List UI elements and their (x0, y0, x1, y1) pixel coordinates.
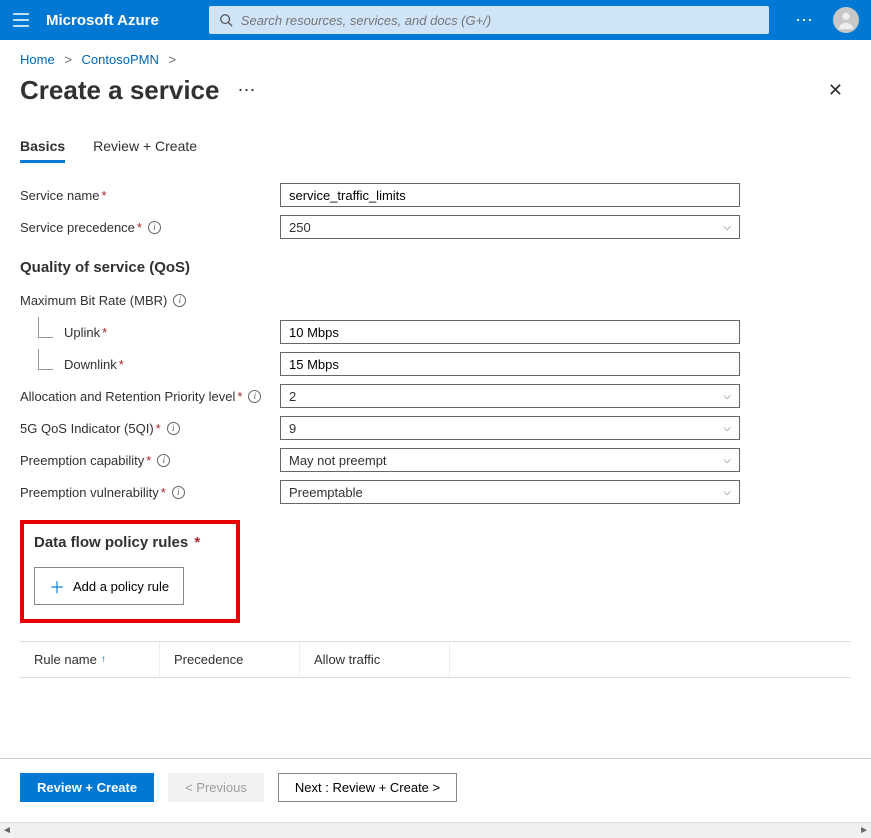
rules-heading: Data flow policy rules * (34, 534, 226, 551)
footer-actions: Review + Create < Previous Next : Review… (0, 759, 871, 822)
breadcrumb-home[interactable]: Home (20, 52, 55, 67)
label-service-precedence: Service precedence*i (20, 220, 280, 235)
chevron-down-icon: ⌵ (723, 487, 731, 498)
label-service-name: Service name* (20, 188, 280, 203)
search-icon (219, 13, 233, 27)
page-title: Create a service (20, 75, 219, 106)
policy-rules-highlight: Data flow policy rules * ＋ Add a policy … (20, 520, 240, 623)
chevron-right-icon: > (64, 52, 72, 67)
chevron-down-icon: ⌵ (723, 391, 731, 402)
label-downlink: Downlink* (20, 357, 280, 372)
col-allow-traffic[interactable]: Allow traffic (300, 642, 450, 677)
form-body: Service name* Service precedence*i 250⌵ … (0, 163, 871, 718)
info-icon[interactable]: i (248, 390, 261, 403)
label-arp: Allocation and Retention Priority level*… (20, 389, 280, 404)
sort-up-icon: ↑ (101, 654, 106, 665)
service-precedence-select[interactable]: 250⌵ (280, 215, 740, 239)
chevron-right-icon: > (168, 52, 176, 67)
chevron-down-icon: ⌵ (723, 423, 731, 434)
scroll-right-icon[interactable]: ► (859, 825, 869, 836)
search-input[interactable] (241, 13, 759, 28)
close-icon[interactable]: ✕ (820, 76, 851, 105)
arp-select[interactable]: 2⌵ (280, 384, 740, 408)
preempt-vuln-select[interactable]: Preemptable⌵ (280, 480, 740, 504)
more-icon[interactable]: ⋯ (795, 10, 815, 31)
horizontal-scrollbar[interactable]: ◄ ► (0, 822, 871, 838)
col-rule-name[interactable]: Rule name↑ (20, 642, 160, 677)
tab-review[interactable]: Review + Create (93, 132, 197, 163)
rules-table-header: Rule name↑ Precedence Allow traffic (20, 641, 851, 678)
global-search[interactable] (209, 6, 769, 34)
breadcrumb: Home > ContosoPMN > (0, 40, 871, 73)
label-uplink: Uplink* (20, 325, 280, 340)
qos-heading: Quality of service (QoS) (20, 259, 851, 276)
service-name-input[interactable] (280, 183, 740, 207)
review-create-button[interactable]: Review + Create (20, 773, 154, 802)
add-policy-rule-button[interactable]: ＋ Add a policy rule (34, 567, 184, 605)
chevron-down-icon: ⌵ (723, 455, 731, 466)
page-title-bar: Create a service ⋯ ✕ (0, 73, 871, 122)
next-button[interactable]: Next : Review + Create > (278, 773, 457, 802)
chevron-down-icon: ⌵ (723, 222, 731, 233)
uplink-input[interactable] (280, 320, 740, 344)
azure-topbar: Microsoft Azure ⋯ (0, 0, 871, 40)
info-icon[interactable]: i (173, 294, 186, 307)
info-icon[interactable]: i (167, 422, 180, 435)
person-icon (835, 9, 857, 31)
hamburger-icon[interactable] (12, 11, 30, 29)
downlink-input[interactable] (280, 352, 740, 376)
qos5g-select[interactable]: 9⌵ (280, 416, 740, 440)
label-preempt-cap: Preemption capability*i (20, 453, 280, 468)
label-5qi: 5G QoS Indicator (5QI)*i (20, 421, 280, 436)
col-precedence[interactable]: Precedence (160, 642, 300, 677)
title-more-icon[interactable]: ⋯ (237, 80, 256, 101)
label-mbr: Maximum Bit Rate (MBR)i (20, 293, 280, 308)
tab-bar: Basics Review + Create (0, 122, 871, 163)
info-icon[interactable]: i (148, 221, 161, 234)
user-avatar[interactable] (833, 7, 859, 33)
preempt-cap-select[interactable]: May not preempt⌵ (280, 448, 740, 472)
label-preempt-vuln: Preemption vulnerability*i (20, 485, 280, 500)
brand-label[interactable]: Microsoft Azure (46, 12, 159, 29)
breadcrumb-item[interactable]: ContosoPMN (82, 52, 159, 67)
info-icon[interactable]: i (157, 454, 170, 467)
scroll-left-icon[interactable]: ◄ (2, 825, 12, 836)
previous-button: < Previous (168, 773, 264, 802)
tab-basics[interactable]: Basics (20, 132, 65, 163)
info-icon[interactable]: i (172, 486, 185, 499)
plus-icon: ＋ (49, 574, 65, 598)
